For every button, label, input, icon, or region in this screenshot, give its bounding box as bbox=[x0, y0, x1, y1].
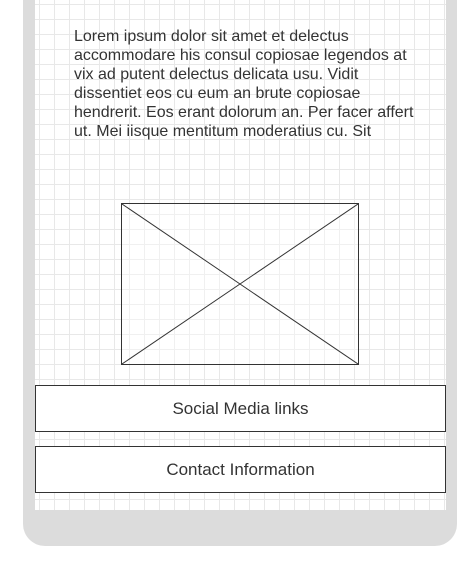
image-placeholder-icon bbox=[122, 204, 358, 364]
contact-information-label: Contact Information bbox=[166, 459, 315, 479]
image-placeholder bbox=[121, 203, 359, 365]
body-paragraph: Lorem ipsum dolor sit amet et delectus a… bbox=[74, 28, 414, 140]
contact-information-button[interactable]: Contact Information bbox=[35, 446, 446, 493]
social-media-links-label: Social Media links bbox=[172, 398, 309, 418]
social-media-links-button[interactable]: Social Media links bbox=[35, 385, 446, 432]
